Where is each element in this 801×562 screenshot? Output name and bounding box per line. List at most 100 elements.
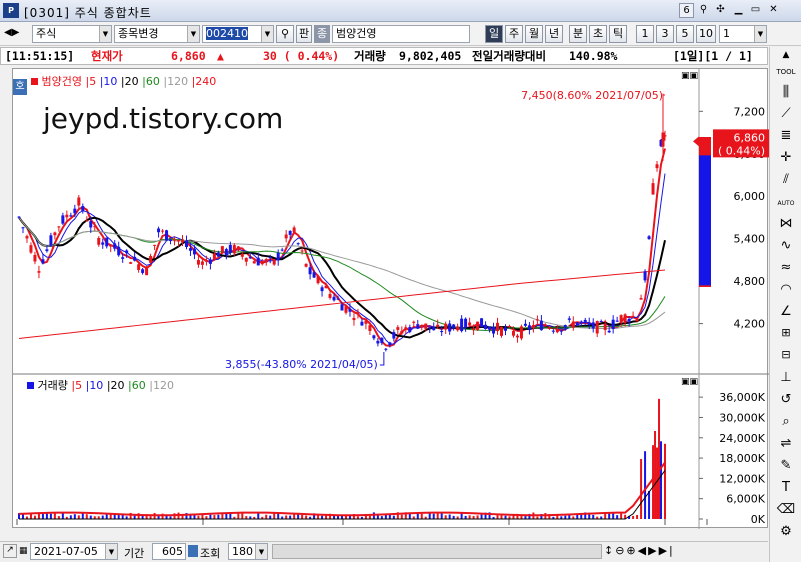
candle-body [61, 215, 65, 224]
candle-body [173, 239, 177, 241]
cross-line-icon[interactable]: ✛ [776, 150, 796, 170]
volume-bar [448, 514, 451, 519]
candle-body [464, 318, 468, 328]
price-tick-label: 6,000 [734, 190, 766, 203]
channel-icon[interactable]: ⫽ [776, 172, 796, 192]
period-month-tab[interactable]: 월 [525, 25, 543, 43]
chart-area[interactable]: 7,2006,6006,0005,4004,8004,20036,000K30,… [12, 68, 772, 542]
candle-body [208, 259, 212, 264]
volume-bar [400, 514, 403, 519]
vertical-line-icon[interactable]: ⊥ [776, 370, 796, 390]
ma120-line [18, 217, 666, 330]
angle-icon[interactable]: ∠ [776, 304, 796, 324]
delete-icon[interactable]: ⌫ [776, 502, 796, 522]
period-minute-tab[interactable]: 분 [569, 25, 587, 43]
candle-body [480, 318, 484, 328]
volume-bar [648, 490, 651, 519]
settings-icon[interactable]: ⚙ [776, 524, 796, 544]
interval-1-button[interactable]: 1 [636, 25, 654, 43]
candle-body [364, 320, 368, 324]
candle-body [527, 325, 531, 330]
interval-input[interactable]: 1 ▼ [719, 25, 767, 43]
undo-icon[interactable]: ↺ [776, 392, 796, 412]
candle-body [212, 253, 216, 260]
candle-body [599, 320, 603, 322]
candle-body [655, 164, 659, 169]
change-stock-select[interactable]: 종목변경 ▼ [114, 25, 200, 43]
candle-body [21, 227, 25, 229]
candle-body [57, 226, 61, 228]
jong-button[interactable]: 종 [314, 25, 330, 43]
volume-bar [285, 515, 288, 519]
volume-bar [69, 515, 72, 519]
nav-arrows-icon[interactable]: ◀▶ [4, 27, 19, 38]
link-icon[interactable]: ✣ [713, 3, 728, 18]
minimize-icon[interactable]: ▁ [731, 3, 746, 18]
wave-icon[interactable]: ∿ [776, 238, 796, 258]
wave-2-icon[interactable]: ≈ [776, 260, 796, 280]
candle-body [547, 327, 551, 329]
candle-body [615, 320, 619, 322]
brush-icon[interactable]: ✎ [776, 458, 796, 478]
legend-ma60: 60 [145, 75, 160, 88]
query-input[interactable]: 180 ▼ [228, 543, 268, 560]
compare-icon[interactable]: ⇌ [776, 436, 796, 456]
candle-body [316, 276, 320, 284]
candle-body [440, 331, 444, 333]
zoom-controls-icon[interactable]: ↕⊖⊕◀▶▶| [604, 544, 675, 557]
text-icon[interactable]: T [776, 480, 796, 500]
candle-body [444, 323, 448, 330]
period-year-tab[interactable]: 년 [545, 25, 563, 43]
pattern-icon[interactable]: ⋈ [776, 216, 796, 236]
page-number[interactable]: 6 [679, 3, 694, 18]
chart-type-icon[interactable]: ⫼ [776, 84, 796, 104]
search-icon[interactable]: ⚲ [276, 25, 294, 43]
pin-icon[interactable]: ⚲ [696, 3, 711, 18]
interval-3-button[interactable]: 3 [656, 25, 674, 43]
interval-10-button[interactable]: 10 [696, 25, 716, 43]
market-select[interactable]: 주식 ▼ [32, 25, 112, 43]
period-week-tab[interactable]: 주 [505, 25, 523, 43]
stock-name-field: 범양건영 [332, 25, 470, 43]
price-volume-chart[interactable]: 7,2006,6006,0005,4004,8004,20036,000K30,… [13, 69, 772, 542]
period-input[interactable]: 605 [152, 543, 186, 560]
zoom-icon[interactable]: ⌕ [776, 414, 796, 434]
quote-time: [11:51:15] [5, 49, 75, 63]
candle-body [204, 260, 208, 262]
candle-body [188, 248, 192, 251]
candle-body [284, 234, 288, 239]
restore-icon[interactable]: ▭ [748, 3, 763, 18]
arc-icon[interactable]: ◠ [776, 282, 796, 302]
grid-icon[interactable]: ⊟ [776, 348, 796, 368]
candle-body [432, 326, 436, 331]
panel-window-icons[interactable]: ▣▣ [681, 71, 698, 81]
candle-body [109, 244, 113, 247]
auto-icon[interactable]: AUTO [776, 193, 796, 213]
chart-scrollbar[interactable] [272, 544, 602, 559]
chart-button-icon[interactable]: ↗ [3, 544, 17, 558]
tool-icon[interactable]: TOOL [776, 62, 796, 82]
period-tick-tab[interactable]: 틱 [609, 25, 627, 43]
trend-line-icon[interactable]: ⟋ [776, 106, 796, 126]
pan-button[interactable]: 판 [296, 25, 312, 43]
interval-5-button[interactable]: 5 [676, 25, 694, 43]
query-checkbox-icon[interactable] [188, 545, 198, 557]
page-info: [1일][1 / 1] [673, 49, 753, 63]
price-legend: 범양건영 |5 |10 |20 |60 |120 |240 [31, 73, 216, 89]
stock-code-input[interactable]: 002410 ▼ [202, 25, 274, 43]
candle-body [133, 256, 137, 261]
volume-bar [33, 515, 36, 519]
close-icon[interactable]: ✕ [766, 3, 781, 18]
square-icon[interactable]: ⊞ [776, 326, 796, 346]
calendar-icon[interactable]: ▦ [19, 546, 28, 556]
volume-bar [658, 398, 661, 519]
volume-panel-window-icons[interactable]: ▣▣ [681, 377, 698, 387]
volume-bar [277, 513, 280, 519]
period-day-tab[interactable]: 일 [485, 25, 503, 43]
fibonacci-icon[interactable]: ≣ [776, 128, 796, 148]
candle-body [216, 252, 220, 257]
hoga-button[interactable]: 호 [13, 79, 27, 95]
date-input[interactable]: 2021-07-05 ▼ [30, 543, 118, 560]
volume-bar [592, 514, 595, 519]
period-second-tab[interactable]: 초 [589, 25, 607, 43]
